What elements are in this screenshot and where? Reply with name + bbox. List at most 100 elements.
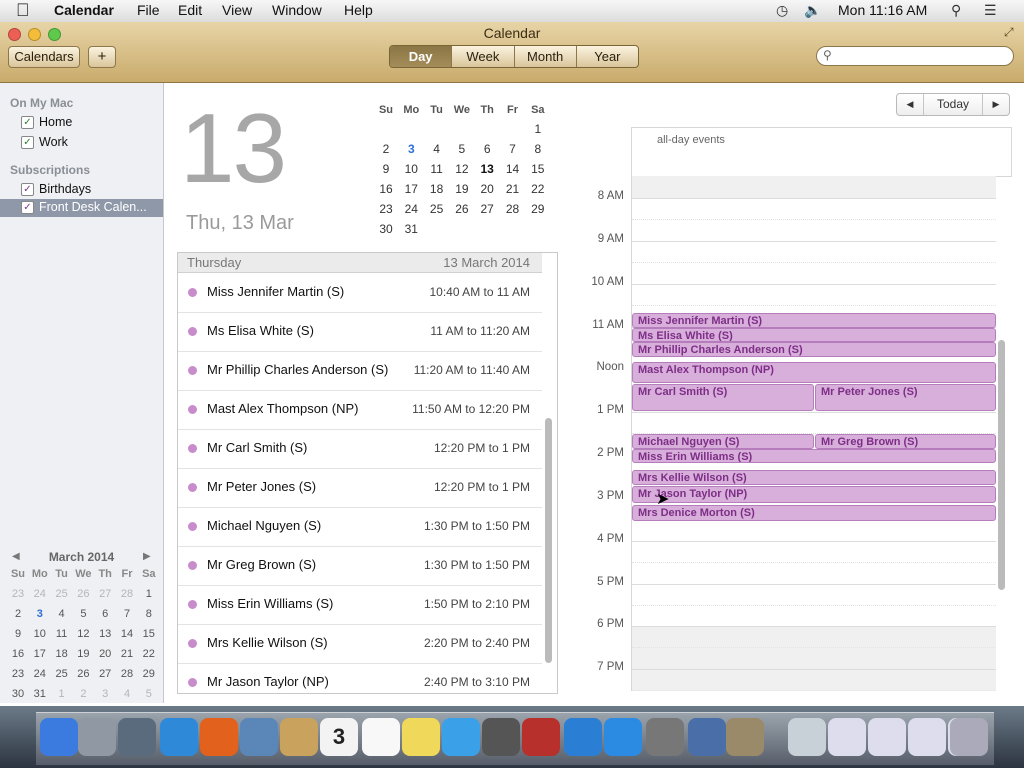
calendar-icon[interactable]: 3 [320,718,358,756]
mini-cal-day[interactable]: 1 [51,688,73,700]
mail-icon[interactable] [240,718,278,756]
mini-cal-day[interactable]: 25 [51,588,73,600]
month-cal-day[interactable]: 16 [374,182,398,196]
month-cal-day[interactable]: 13 [475,162,499,176]
mini-cal-day[interactable]: 22 [138,648,160,660]
mini-cal-day[interactable]: 18 [51,648,73,660]
volume-icon[interactable]: 🔈 [804,2,821,19]
launchpad-icon[interactable] [78,718,116,756]
event-list-item[interactable]: Mr Phillip Charles Anderson (S) 11:20 AM … [178,351,542,391]
event-list-item[interactable]: Miss Jennifer Martin (S) 10:40 AM to 11 A… [178,273,542,313]
mini-cal-day[interactable]: 5 [72,608,94,620]
search-input[interactable]: ⚲ [816,46,1014,66]
mini-cal-day[interactable]: 1 [138,588,160,600]
month-cal-day[interactable]: 12 [450,162,474,176]
mini-cal-day[interactable]: 2 [7,608,29,620]
mini-cal-day[interactable]: 6 [94,608,116,620]
mini-cal-day[interactable]: 29 [138,668,160,680]
reminders-icon[interactable] [362,718,400,756]
fullscreen-icon[interactable]: ⤢ [1004,25,1014,40]
event-list-item[interactable]: Miss Erin Williams (S) 1:50 PM to 2:10 PM [178,585,542,625]
itunes-icon[interactable] [564,718,602,756]
mini-cal-day[interactable]: 4 [116,688,138,700]
mini-cal-day[interactable]: 20 [94,648,116,660]
safari-icon[interactable] [160,718,198,756]
sidebar-item-work[interactable]: ✓ Work [0,134,163,152]
add-event-button[interactable]: + [88,46,116,68]
menu-window[interactable]: Window [272,2,322,18]
month-cal-day[interactable]: 6 [475,142,499,156]
sidebar-item-birthdays[interactable]: ✓ Birthdays [0,181,163,199]
contacts-icon[interactable] [280,718,318,756]
calendar-event-block[interactable]: Mr Jason Taylor (NP) [632,486,996,503]
month-cal-day[interactable]: 22 [526,182,550,196]
calendar-event-block[interactable]: Mast Alex Thompson (NP) [632,362,996,383]
keychain-icon[interactable] [726,718,764,756]
month-cal-day[interactable]: 14 [501,162,525,176]
mini-cal-day[interactable]: 13 [94,628,116,640]
system-preferences-icon[interactable] [646,718,684,756]
mini-cal-day[interactable]: 3 [94,688,116,700]
event-list-item[interactable]: Mr Carl Smith (S) 12:20 PM to 1 PM [178,429,542,469]
sidebar-item-front-desk[interactable]: ✓ Front Desk Calen... [0,199,163,217]
mini-cal-day[interactable]: 30 [7,688,29,700]
mini-cal-day[interactable]: 16 [7,648,29,660]
month-cal-day[interactable]: 18 [425,182,449,196]
month-cal-day[interactable]: 3 [399,142,423,156]
month-cal-day[interactable]: 7 [501,142,525,156]
menu-view[interactable]: View [222,2,252,18]
photo-booth-icon[interactable] [522,718,560,756]
sidebar-item-home[interactable]: ✓ Home [0,114,163,132]
event-list-item[interactable]: Mr Peter Jones (S) 12:20 PM to 1 PM [178,468,542,508]
month-cal-day[interactable]: 9 [374,162,398,176]
month-cal-day[interactable]: 19 [450,182,474,196]
checkbox-icon[interactable]: ✓ [21,201,34,214]
xcode-icon[interactable] [688,718,726,756]
messages-icon[interactable] [442,718,480,756]
menu-file[interactable]: File [137,2,160,18]
calendar-event-block[interactable]: Ms Elisa White (S) [632,328,996,342]
month-cal-day[interactable]: 20 [475,182,499,196]
photo-icon[interactable] [118,718,156,756]
mini-cal-day[interactable]: 28 [116,668,138,680]
mini-cal-day[interactable]: 8 [138,608,160,620]
mini-cal-day[interactable]: 7 [116,608,138,620]
notes-icon[interactable] [402,718,440,756]
mini-cal-day[interactable]: 12 [72,628,94,640]
month-cal-day[interactable]: 21 [501,182,525,196]
firefox-icon[interactable] [200,718,238,756]
finder-icon[interactable] [40,718,78,756]
notification-center-icon[interactable]: ☰ [984,2,997,19]
window-icon[interactable] [868,718,906,756]
calendar-event-block[interactable]: Miss Jennifer Martin (S) [632,313,996,328]
menu-edit[interactable]: Edit [178,2,202,18]
mini-cal-day[interactable]: 26 [72,668,94,680]
mini-cal-day[interactable]: 23 [7,668,29,680]
month-cal-day[interactable]: 8 [526,142,550,156]
month-cal-day[interactable]: 23 [374,202,398,216]
month-cal-day[interactable]: 28 [501,202,525,216]
mini-cal-day[interactable]: 25 [51,668,73,680]
month-cal-day[interactable]: 24 [399,202,423,216]
month-cal-day[interactable]: 15 [526,162,550,176]
facetime-icon[interactable] [482,718,520,756]
mini-cal-day[interactable]: 21 [116,648,138,660]
tab-year[interactable]: Year [577,46,638,67]
month-cal-day[interactable]: 29 [526,202,550,216]
checkbox-icon[interactable]: ✓ [21,183,34,196]
day-grid[interactable]: Miss Jennifer Martin (S) Ms Elisa White (… [631,176,996,691]
mini-cal-day[interactable]: 27 [94,588,116,600]
tab-week[interactable]: Week [452,46,515,67]
month-cal-day[interactable]: 5 [450,142,474,156]
window-icon[interactable] [828,718,866,756]
mini-cal-day[interactable]: 19 [72,648,94,660]
mini-cal-day[interactable]: 27 [94,668,116,680]
mini-cal-day[interactable]: 10 [29,628,51,640]
menu-clock[interactable]: Mon 11:16 AM [838,2,927,18]
calendar-event-block[interactable]: Mr Greg Brown (S) [815,434,996,449]
mini-cal-day[interactable]: 14 [116,628,138,640]
month-cal-day[interactable]: 27 [475,202,499,216]
app-store-icon[interactable] [604,718,642,756]
calendar-event-block[interactable]: Mrs Denice Morton (S) [632,505,996,521]
calendar-event-block[interactable]: Miss Erin Williams (S) [632,449,996,463]
